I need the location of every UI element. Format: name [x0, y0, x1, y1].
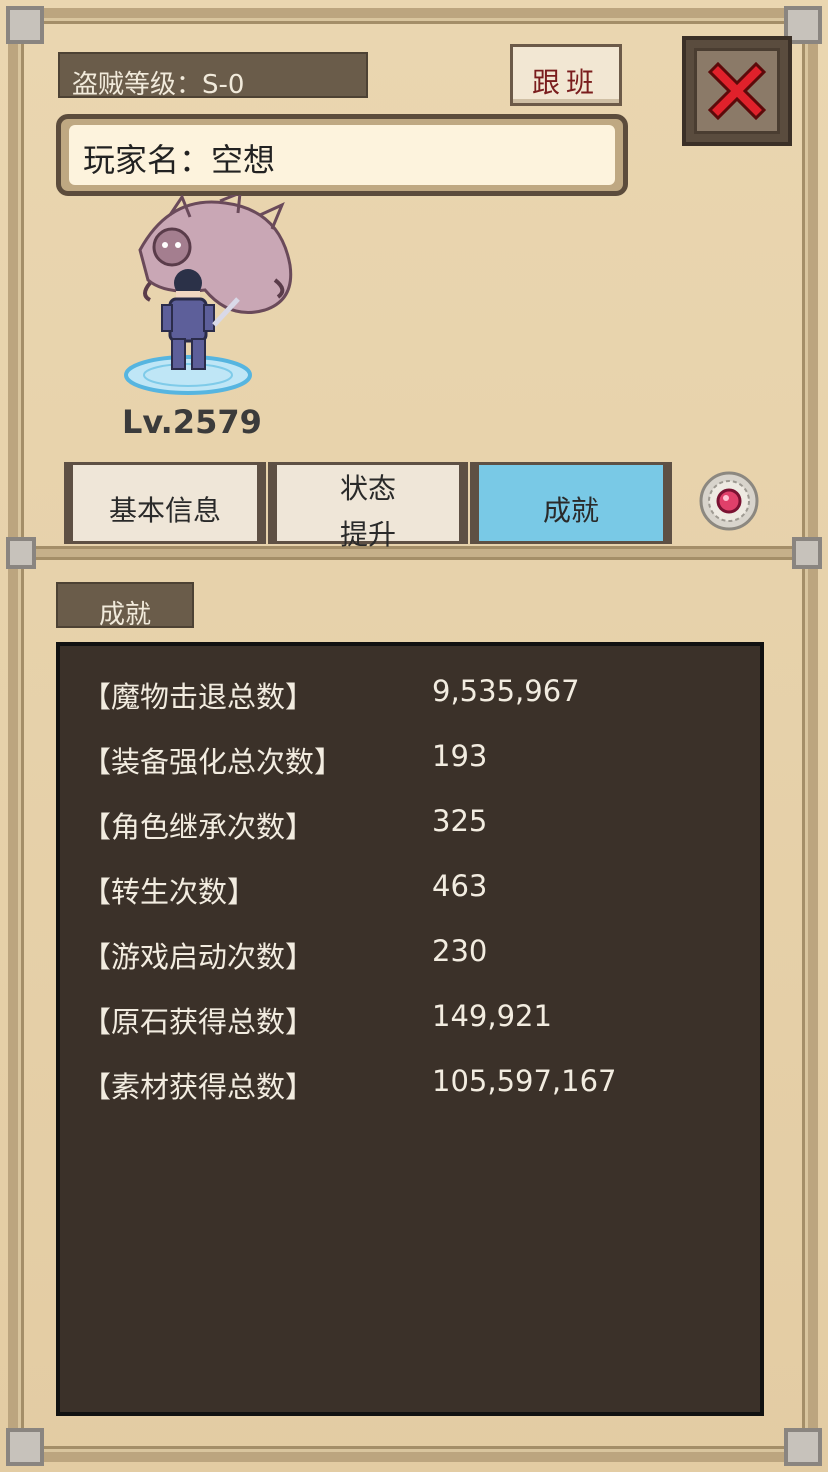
tab-basic-info-label: 基本信息 [108, 494, 221, 527]
achievement-name: 【角色继承次数】 [82, 810, 315, 844]
thief-rank-banner: 盗贼等级：S-0 [58, 52, 368, 100]
follow-button[interactable]: 跟班 [510, 44, 622, 106]
character-avatar [124, 195, 293, 395]
tab-achievements[interactable]: 成就 [470, 462, 672, 544]
frame-corner [0, 1422, 50, 1472]
achievements-panel: 【魔物击退总数】 9,535,967 【装备强化总次数】 193 【角色继承次数… [56, 642, 764, 1416]
tab-basic-info[interactable]: 基本信息 [64, 462, 266, 544]
character-level: Lv.2579 [122, 403, 262, 441]
close-icon [707, 61, 767, 121]
list-item: 【素材获得总数】 105,597,167 [60, 1064, 760, 1114]
achievement-name: 【原石获得总数】 [82, 1005, 315, 1039]
tab-status-upgrade-label-line1: 状态 [339, 472, 396, 505]
profile-window: 盗贼等级：S-0 跟班 玩家名：空想 Lv.2579 基本信息 状态 提升 成就… [0, 0, 828, 1472]
list-item: 【魔物击退总数】 9,535,967 [60, 674, 760, 724]
list-item: 【原石获得总数】 149,921 [60, 999, 760, 1049]
achievements-section-title: 成就 [56, 582, 194, 630]
list-item: 【装备强化总次数】 193 [60, 739, 760, 789]
achievement-value: 193 [432, 739, 488, 773]
divider-knob [786, 531, 828, 575]
achievement-name: 【转生次数】 [82, 875, 257, 909]
close-button[interactable] [682, 36, 792, 146]
player-name-box: 玩家名：空想 [56, 114, 628, 196]
frame-corner [778, 1422, 828, 1472]
achievement-value: 149,921 [432, 999, 552, 1033]
frame-corner [0, 0, 50, 50]
achievement-name: 【装备强化总次数】 [82, 745, 344, 779]
achievement-name: 【游戏启动次数】 [82, 940, 315, 974]
achievement-name: 【魔物击退总数】 [82, 680, 315, 714]
tab-status-upgrade-label-line2: 提升 [339, 518, 396, 551]
achievement-name: 【素材获得总数】 [82, 1070, 315, 1104]
tab-status-upgrade[interactable]: 状态 提升 [268, 462, 468, 551]
gem-badge-icon[interactable] [698, 470, 760, 532]
list-item: 【游戏启动次数】 230 [60, 934, 760, 984]
achievement-value: 230 [432, 934, 488, 968]
tab-achievements-label: 成就 [542, 494, 599, 527]
list-item: 【转生次数】 463 [60, 869, 760, 919]
thief-rank-text: 盗贼等级：S-0 [72, 70, 245, 100]
achievement-value: 105,597,167 [432, 1064, 617, 1098]
player-name-text: 玩家名：空想 [83, 141, 276, 179]
achievement-value: 325 [432, 804, 488, 838]
divider-knob [0, 531, 42, 575]
achievements-section-title-text: 成就 [98, 600, 151, 630]
achievement-value: 9,535,967 [432, 674, 580, 708]
list-item: 【角色继承次数】 325 [60, 804, 760, 854]
follow-button-label: 跟班 [531, 66, 600, 99]
achievement-value: 463 [432, 869, 488, 903]
